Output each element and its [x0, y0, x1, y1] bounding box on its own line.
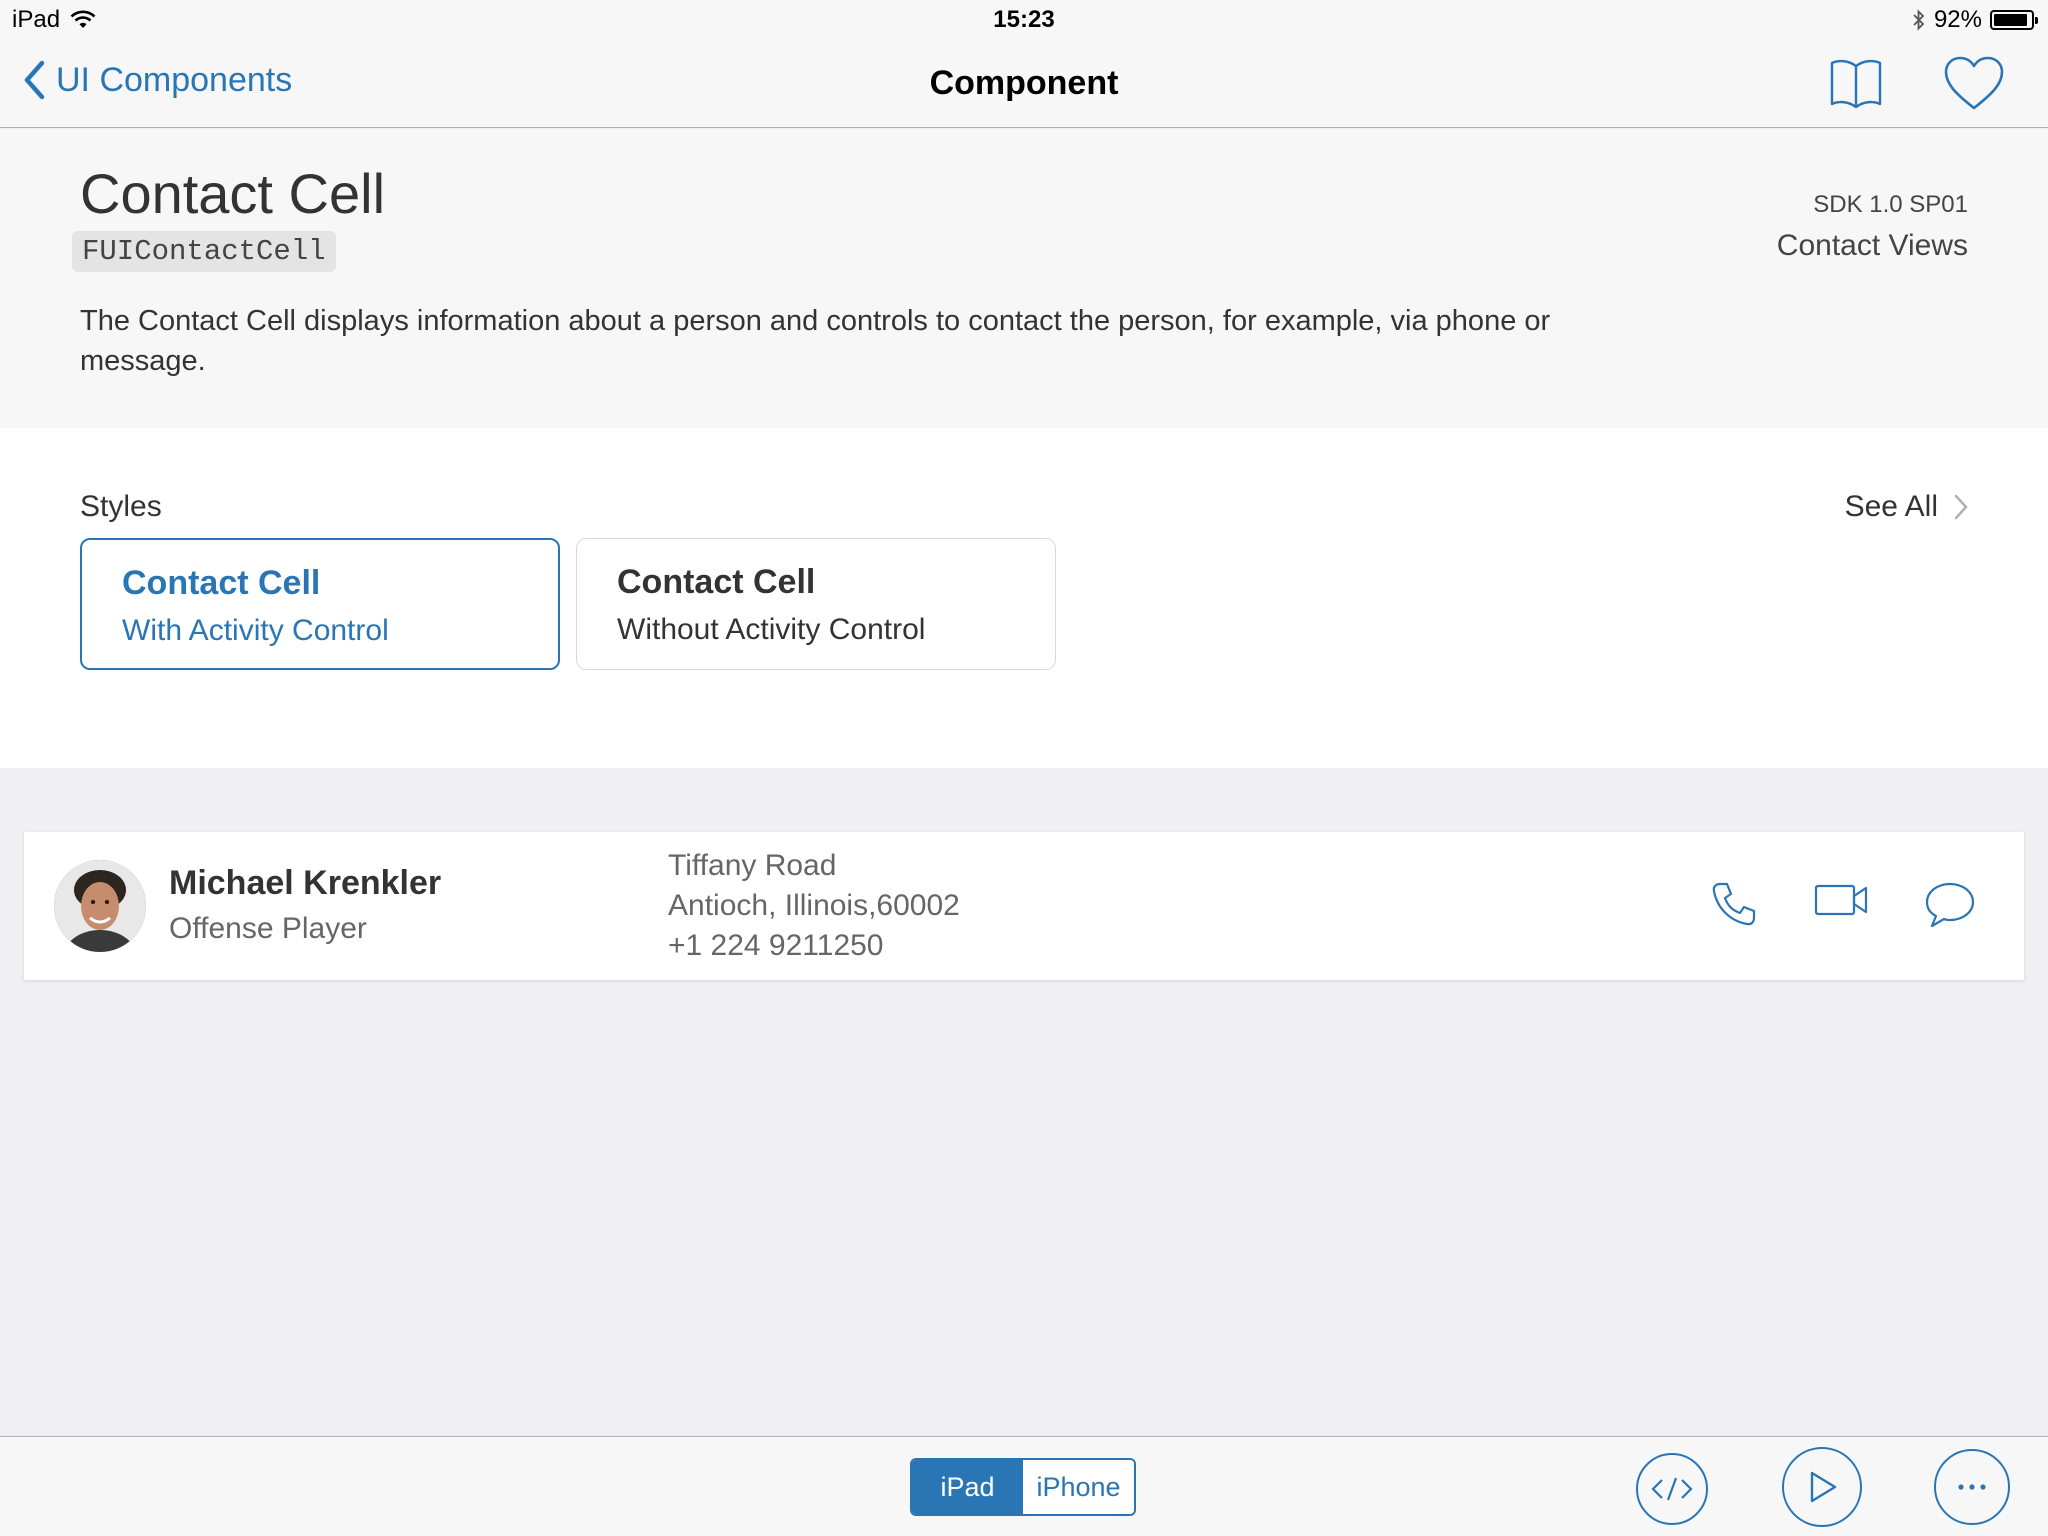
more-button[interactable] [1934, 1449, 2010, 1525]
style-card-subtitle: With Activity Control [122, 614, 389, 647]
style-card-with-activity[interactable]: Contact Cell With Activity Control [80, 538, 560, 670]
styles-label: Styles [80, 490, 162, 523]
see-all-button[interactable]: See All [1845, 490, 1968, 524]
status-right: 92% [1912, 6, 2038, 34]
style-card-subtitle: Without Activity Control [617, 613, 926, 646]
more-icon [1958, 1484, 1986, 1490]
sdk-version: SDK 1.0 SP01 [1813, 191, 1968, 218]
documentation-button[interactable] [1828, 54, 1884, 115]
play-icon [1810, 1471, 1837, 1503]
contact-details: Tiffany Road Antioch, Illinois,60002 +1 … [668, 846, 960, 966]
heart-icon [1944, 56, 2004, 110]
battery-fill [1994, 14, 2028, 26]
video-icon [1814, 884, 1868, 916]
code-icon [1651, 1477, 1693, 1501]
component-category: Contact Views [1776, 229, 1968, 262]
component-description: The Contact Cell displays information ab… [80, 305, 1551, 377]
chevron-right-icon [1954, 494, 1968, 520]
styles-section: Styles See All Contact Cell With Activit… [0, 428, 2048, 768]
segment-iphone[interactable]: iPhone [1023, 1460, 1134, 1514]
contact-role: Offense Player [169, 912, 367, 945]
favorite-button[interactable] [1942, 54, 2006, 119]
bottom-toolbar: iPad iPhone [0, 1436, 2048, 1536]
device-segmented-control: iPad iPhone [910, 1458, 1136, 1516]
avatar-portrait [54, 860, 146, 952]
contact-name: Michael Krenkler [169, 864, 442, 902]
book-icon [1830, 59, 1882, 109]
status-time: 15:23 [993, 6, 1055, 33]
address-line-2: Antioch, Illinois,60002 [668, 889, 960, 922]
page-title: Component [929, 64, 1119, 102]
message-icon [1925, 882, 1975, 928]
message-button[interactable] [1924, 880, 1976, 935]
battery-icon [1990, 10, 2038, 30]
phone-icon [1712, 882, 1756, 926]
code-button[interactable] [1636, 1453, 1708, 1525]
style-card-without-activity[interactable]: Contact Cell Without Activity Control [576, 538, 1056, 670]
call-button[interactable] [1710, 880, 1758, 933]
video-call-button[interactable] [1814, 880, 1870, 925]
component-header: Contact Cell FUIContactCell SDK 1.0 SP01… [0, 129, 2048, 428]
style-card-title: Contact Cell [122, 564, 321, 602]
component-class-name: FUIContactCell [72, 231, 336, 272]
component-title: Contact Cell [80, 162, 386, 225]
navigation-bar: UI Components Component [0, 40, 2048, 128]
contact-cell-preview[interactable]: Michael Krenkler Offense Player Tiffany … [24, 832, 2024, 980]
address-line-1: Tiffany Road [668, 849, 837, 882]
see-all-label: See All [1844, 490, 1938, 523]
style-card-title: Contact Cell [617, 563, 816, 601]
bluetooth-icon [1913, 9, 1925, 31]
status-bar: iPad 15:23 92% [0, 0, 2048, 40]
phone-number: +1 224 9211250 [668, 929, 884, 962]
segment-ipad[interactable]: iPad [912, 1460, 1023, 1514]
battery-percent: 92% [1933, 6, 1982, 33]
avatar [54, 860, 146, 952]
play-button[interactable] [1782, 1447, 1862, 1527]
